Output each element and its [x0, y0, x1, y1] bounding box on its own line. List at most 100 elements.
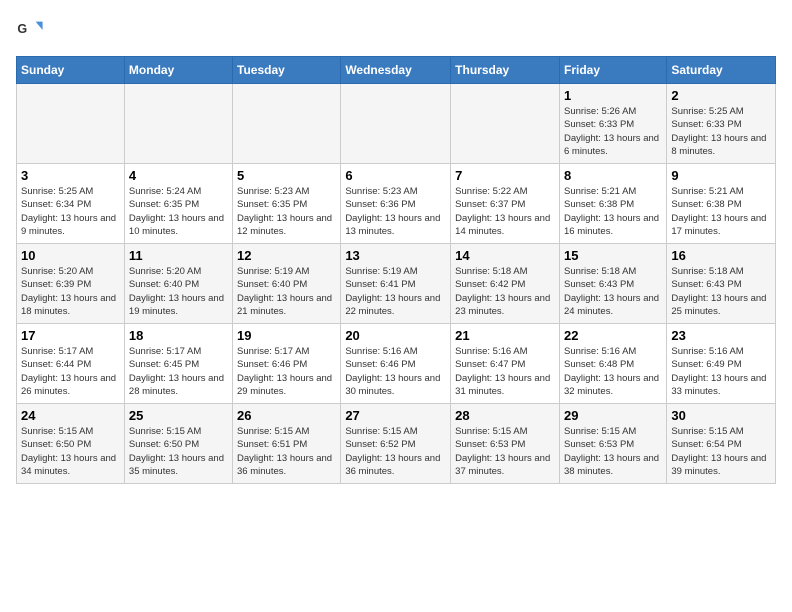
calendar-week-row: 1Sunrise: 5:26 AM Sunset: 6:33 PM Daylig… — [17, 84, 776, 164]
day-info: Sunrise: 5:18 AM Sunset: 6:43 PM Dayligh… — [671, 265, 771, 318]
calendar-cell: 22 Sunrise: 5:16 AM Sunset: 6:48 PM Dayli… — [559, 324, 666, 404]
day-info: Sunrise: 5:15 AM Sunset: 6:54 PM Dayligh… — [671, 425, 771, 478]
day-info: Sunrise: 5:19 AM Sunset: 6:40 PM Dayligh… — [237, 265, 336, 318]
day-number: 25 — [129, 408, 228, 423]
day-number: 19 — [237, 328, 336, 343]
day-number: 15 — [564, 248, 662, 263]
calendar-cell: 10 Sunrise: 5:20 AM Sunset: 6:39 PM Dayli… — [17, 244, 125, 324]
calendar-cell — [233, 84, 341, 164]
day-info: Sunrise: 5:16 AM Sunset: 6:49 PM Dayligh… — [671, 345, 771, 398]
calendar-week-row: 24 Sunrise: 5:15 AM Sunset: 6:50 PM Dayli… — [17, 404, 776, 484]
calendar-cell: 19 Sunrise: 5:17 AM Sunset: 6:46 PM Dayli… — [233, 324, 341, 404]
day-info: Sunrise: 5:16 AM Sunset: 6:47 PM Dayligh… — [455, 345, 555, 398]
weekday-header-wednesday: Wednesday — [341, 57, 451, 84]
logo-icon: G — [16, 16, 44, 44]
calendar-cell: 16 Sunrise: 5:18 AM Sunset: 6:43 PM Dayli… — [667, 244, 776, 324]
weekday-header-monday: Monday — [124, 57, 232, 84]
day-info: Sunrise: 5:24 AM Sunset: 6:35 PM Dayligh… — [129, 185, 228, 238]
day-number: 21 — [455, 328, 555, 343]
calendar-cell: 24 Sunrise: 5:15 AM Sunset: 6:50 PM Dayli… — [17, 404, 125, 484]
day-info: Sunrise: 5:15 AM Sunset: 6:50 PM Dayligh… — [21, 425, 120, 478]
day-number: 22 — [564, 328, 662, 343]
weekday-header-row: SundayMondayTuesdayWednesdayThursdayFrid… — [17, 57, 776, 84]
day-number: 17 — [21, 328, 120, 343]
calendar-cell: 28 Sunrise: 5:15 AM Sunset: 6:53 PM Dayli… — [451, 404, 560, 484]
logo: G — [16, 16, 48, 44]
calendar-cell: 7 Sunrise: 5:22 AM Sunset: 6:37 PM Daylig… — [451, 164, 560, 244]
calendar-cell: 23 Sunrise: 5:16 AM Sunset: 6:49 PM Dayli… — [667, 324, 776, 404]
day-info: Sunrise: 5:21 AM Sunset: 6:38 PM Dayligh… — [564, 185, 662, 238]
day-number: 12 — [237, 248, 336, 263]
day-number: 8 — [564, 168, 662, 183]
day-info: Sunrise: 5:25 AM Sunset: 6:34 PM Dayligh… — [21, 185, 120, 238]
day-number: 16 — [671, 248, 771, 263]
day-number: 24 — [21, 408, 120, 423]
calendar-week-row: 17 Sunrise: 5:17 AM Sunset: 6:44 PM Dayli… — [17, 324, 776, 404]
day-info: Sunrise: 5:15 AM Sunset: 6:53 PM Dayligh… — [564, 425, 662, 478]
day-info: Sunrise: 5:18 AM Sunset: 6:43 PM Dayligh… — [564, 265, 662, 318]
calendar-cell: 4 Sunrise: 5:24 AM Sunset: 6:35 PM Daylig… — [124, 164, 232, 244]
day-number: 27 — [345, 408, 446, 423]
svg-text:G: G — [17, 22, 27, 36]
day-number: 18 — [129, 328, 228, 343]
day-info: Sunrise: 5:17 AM Sunset: 6:44 PM Dayligh… — [21, 345, 120, 398]
day-number: 13 — [345, 248, 446, 263]
calendar-cell: 30Sunrise: 5:15 AM Sunset: 6:54 PM Dayli… — [667, 404, 776, 484]
day-info: Sunrise: 5:22 AM Sunset: 6:37 PM Dayligh… — [455, 185, 555, 238]
calendar-cell — [17, 84, 125, 164]
day-number: 29 — [564, 408, 662, 423]
day-number: 5 — [237, 168, 336, 183]
day-number: 6 — [345, 168, 446, 183]
day-number: 28 — [455, 408, 555, 423]
calendar-cell: 9 Sunrise: 5:21 AM Sunset: 6:38 PM Daylig… — [667, 164, 776, 244]
weekday-header-friday: Friday — [559, 57, 666, 84]
day-number: 9 — [671, 168, 771, 183]
day-info: Sunrise: 5:15 AM Sunset: 6:52 PM Dayligh… — [345, 425, 446, 478]
day-info: Sunrise: 5:25 AM Sunset: 6:33 PM Dayligh… — [671, 105, 771, 158]
calendar-week-row: 10 Sunrise: 5:20 AM Sunset: 6:39 PM Dayli… — [17, 244, 776, 324]
calendar-cell: 12 Sunrise: 5:19 AM Sunset: 6:40 PM Dayli… — [233, 244, 341, 324]
calendar-cell: 8 Sunrise: 5:21 AM Sunset: 6:38 PM Daylig… — [559, 164, 666, 244]
calendar-cell: 3 Sunrise: 5:25 AM Sunset: 6:34 PM Daylig… — [17, 164, 125, 244]
day-info: Sunrise: 5:20 AM Sunset: 6:40 PM Dayligh… — [129, 265, 228, 318]
day-info: Sunrise: 5:15 AM Sunset: 6:53 PM Dayligh… — [455, 425, 555, 478]
calendar-cell: 15 Sunrise: 5:18 AM Sunset: 6:43 PM Dayli… — [559, 244, 666, 324]
day-number: 14 — [455, 248, 555, 263]
day-number: 26 — [237, 408, 336, 423]
day-info: Sunrise: 5:19 AM Sunset: 6:41 PM Dayligh… — [345, 265, 446, 318]
calendar-cell: 6Sunrise: 5:23 AM Sunset: 6:36 PM Daylig… — [341, 164, 451, 244]
calendar-cell — [124, 84, 232, 164]
calendar-cell — [451, 84, 560, 164]
day-number: 3 — [21, 168, 120, 183]
day-info: Sunrise: 5:16 AM Sunset: 6:48 PM Dayligh… — [564, 345, 662, 398]
calendar-cell — [341, 84, 451, 164]
day-number: 23 — [671, 328, 771, 343]
calendar-cell: 20Sunrise: 5:16 AM Sunset: 6:46 PM Dayli… — [341, 324, 451, 404]
day-info: Sunrise: 5:20 AM Sunset: 6:39 PM Dayligh… — [21, 265, 120, 318]
calendar-cell: 29 Sunrise: 5:15 AM Sunset: 6:53 PM Dayli… — [559, 404, 666, 484]
weekday-header-sunday: Sunday — [17, 57, 125, 84]
header: G — [16, 16, 776, 44]
day-info: Sunrise: 5:17 AM Sunset: 6:46 PM Dayligh… — [237, 345, 336, 398]
day-info: Sunrise: 5:18 AM Sunset: 6:42 PM Dayligh… — [455, 265, 555, 318]
calendar-cell: 21 Sunrise: 5:16 AM Sunset: 6:47 PM Dayli… — [451, 324, 560, 404]
day-number: 4 — [129, 168, 228, 183]
calendar-cell: 26Sunrise: 5:15 AM Sunset: 6:51 PM Dayli… — [233, 404, 341, 484]
calendar-cell: 17 Sunrise: 5:17 AM Sunset: 6:44 PM Dayli… — [17, 324, 125, 404]
calendar-cell: 27 Sunrise: 5:15 AM Sunset: 6:52 PM Dayli… — [341, 404, 451, 484]
calendar-cell: 14 Sunrise: 5:18 AM Sunset: 6:42 PM Dayli… — [451, 244, 560, 324]
day-number: 10 — [21, 248, 120, 263]
calendar-cell: 2 Sunrise: 5:25 AM Sunset: 6:33 PM Daylig… — [667, 84, 776, 164]
day-number: 11 — [129, 248, 228, 263]
day-number: 7 — [455, 168, 555, 183]
day-info: Sunrise: 5:23 AM Sunset: 6:35 PM Dayligh… — [237, 185, 336, 238]
day-info: Sunrise: 5:26 AM Sunset: 6:33 PM Dayligh… — [564, 105, 662, 158]
day-number: 2 — [671, 88, 771, 103]
day-info: Sunrise: 5:21 AM Sunset: 6:38 PM Dayligh… — [671, 185, 771, 238]
day-info: Sunrise: 5:16 AM Sunset: 6:46 PM Dayligh… — [345, 345, 446, 398]
calendar-table: SundayMondayTuesdayWednesdayThursdayFrid… — [16, 56, 776, 484]
day-info: Sunrise: 5:17 AM Sunset: 6:45 PM Dayligh… — [129, 345, 228, 398]
calendar-cell: 11 Sunrise: 5:20 AM Sunset: 6:40 PM Dayli… — [124, 244, 232, 324]
weekday-header-tuesday: Tuesday — [233, 57, 341, 84]
calendar-cell: 1Sunrise: 5:26 AM Sunset: 6:33 PM Daylig… — [559, 84, 666, 164]
